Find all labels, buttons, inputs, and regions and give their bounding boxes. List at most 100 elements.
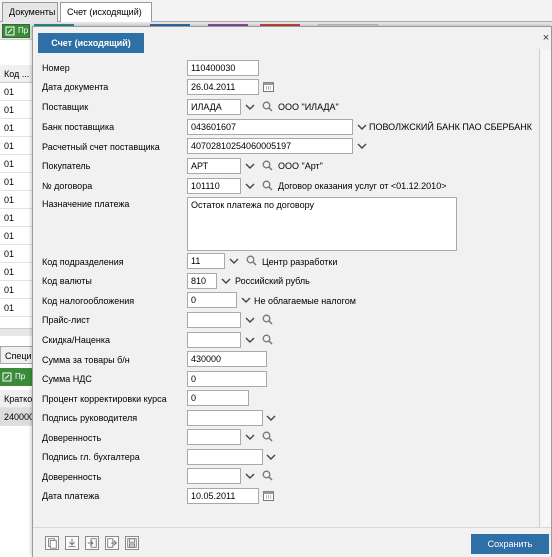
tab-documents[interactable]: Документы (2, 2, 58, 22)
list-item[interactable]: 01 (0, 263, 34, 281)
chevron-down-icon[interactable] (266, 413, 276, 423)
vertical-scrollbar[interactable] (539, 49, 551, 539)
edit-icon (5, 26, 15, 36)
search-icon[interactable] (262, 334, 273, 345)
calendar-icon[interactable] (263, 81, 274, 92)
background-add-button[interactable]: Пр (2, 24, 30, 38)
number-input[interactable]: 110400030 (187, 60, 259, 76)
table-row[interactable]: 240000 (0, 408, 34, 426)
calendar-icon[interactable] (263, 490, 274, 501)
save-button[interactable]: Сохранить (471, 534, 549, 554)
vat-sum-label: Сумма НДС (42, 374, 92, 384)
chevron-down-icon[interactable] (357, 122, 367, 132)
tab-outgoing-invoice[interactable]: Счет (исходящий)× (60, 2, 152, 29)
list-item[interactable]: 01 (0, 119, 34, 137)
accountant-sign-select[interactable] (187, 449, 263, 465)
chevron-down-icon[interactable] (357, 141, 367, 151)
proxy-input[interactable] (187, 468, 241, 484)
buyer-label: Покупатель (42, 161, 91, 171)
list-item[interactable]: 01 (0, 191, 34, 209)
edit-icon (2, 372, 12, 382)
list-item[interactable]: 01 (0, 209, 34, 227)
list-item[interactable]: 01 (0, 83, 34, 101)
discount-input[interactable] (187, 332, 241, 348)
supplier-name: ООО "ИЛАДА" (278, 102, 339, 112)
horizontal-scrollbar[interactable] (0, 328, 34, 336)
supplier-label: Поставщик (42, 102, 89, 112)
currency-label: Код валюты (42, 276, 92, 286)
tax-input[interactable]: 0 (187, 292, 237, 308)
purpose-label: Назначение платежа (42, 199, 130, 209)
list-item[interactable]: 01 (0, 227, 34, 245)
column-header: Код ... (0, 65, 34, 83)
background-list: Код ... 01 01 01 01 01 01 01 01 01 01 01… (0, 40, 34, 557)
doc-date-label: Дата документа (42, 82, 109, 92)
accountant-sign-label: Подпись гл. бухгалтера (42, 452, 140, 462)
proxy-label: Доверенность (42, 433, 102, 443)
search-icon[interactable] (246, 255, 257, 266)
list-item[interactable]: 01 (0, 137, 34, 155)
head-sign-select[interactable] (187, 410, 263, 426)
search-icon[interactable] (262, 160, 273, 171)
chevron-down-icon[interactable] (245, 335, 255, 345)
tab-label: Счет (исходящий) (67, 7, 142, 17)
search-icon[interactable] (262, 431, 273, 442)
chevron-down-icon[interactable] (245, 471, 255, 481)
search-icon[interactable] (262, 180, 273, 191)
search-icon[interactable] (262, 470, 273, 481)
purpose-textarea[interactable]: Остаток платежа по договору (187, 197, 457, 251)
tab-specification[interactable]: Специ (0, 346, 34, 364)
vat-sum-input[interactable]: 0 (187, 371, 267, 387)
chevron-down-icon[interactable] (245, 181, 255, 191)
supplier-account-input[interactable]: 40702810254060005197 (187, 138, 353, 154)
doc-date-input[interactable]: 26.04.2011 (187, 79, 259, 95)
buyer-input[interactable]: АРТ (187, 158, 241, 174)
copy-icon[interactable] (45, 536, 59, 550)
tab-label: Документы (9, 7, 56, 17)
tax-label: Код налогообложения (42, 296, 135, 306)
chevron-down-icon[interactable] (221, 276, 231, 286)
chevron-down-icon[interactable] (241, 295, 251, 305)
list-item[interactable]: 01 (0, 299, 34, 317)
column-header: Кратко (0, 390, 34, 408)
chevron-down-icon[interactable] (245, 102, 255, 112)
app-root: Документы Счет (исходящий)× Пр Код ... 0… (0, 0, 552, 557)
supplier-bank-name: ПОВОЛЖСКИЙ БАНК ПАО СБЕРБАНК (369, 122, 532, 132)
chevron-down-icon[interactable] (245, 161, 255, 171)
buyer-name: ООО "Арт" (278, 161, 323, 171)
rate-adjust-input[interactable]: 0 (187, 390, 249, 406)
save-disk-icon[interactable] (125, 536, 139, 550)
search-icon[interactable] (262, 314, 273, 325)
currency-input[interactable]: 810 (187, 273, 217, 289)
goods-sum-input[interactable]: 430000 (187, 351, 267, 367)
export-icon[interactable] (105, 536, 119, 550)
list-item[interactable]: 01 (0, 173, 34, 191)
proxy-input[interactable] (187, 429, 241, 445)
search-icon[interactable] (262, 101, 273, 112)
chevron-down-icon[interactable] (266, 452, 276, 462)
section-add-button[interactable]: Пр (0, 368, 34, 386)
list-item[interactable]: 01 (0, 101, 34, 119)
tax-name: Не облагаемые налогом (254, 296, 356, 306)
price-list-input[interactable] (187, 312, 241, 328)
chevron-down-icon[interactable] (229, 256, 239, 266)
import-icon[interactable] (85, 536, 99, 550)
download-icon[interactable] (65, 536, 79, 550)
list-item[interactable]: 01 (0, 155, 34, 173)
supplier-account-label: Расчетный счет поставщика (42, 142, 160, 152)
supplier-input[interactable]: ИЛАДА (187, 99, 241, 115)
dialog-title: Счет (исходящий) (38, 33, 144, 53)
contract-input[interactable]: 101110 (187, 178, 241, 194)
close-icon[interactable]: × (541, 33, 551, 44)
currency-name: Российский рубль (235, 276, 310, 286)
pay-date-input[interactable]: 10.05.2011 (187, 488, 259, 504)
list-item[interactable]: 01 (0, 245, 34, 263)
department-input[interactable]: 11 (187, 253, 225, 269)
pay-date-label: Дата платежа (42, 491, 100, 501)
chevron-down-icon[interactable] (245, 315, 255, 325)
number-label: Номер (42, 63, 70, 73)
supplier-bank-input[interactable]: 043601607 (187, 119, 353, 135)
chevron-down-icon[interactable] (245, 432, 255, 442)
list-item[interactable]: 01 (0, 281, 34, 299)
department-name: Центр разработки (262, 257, 338, 267)
